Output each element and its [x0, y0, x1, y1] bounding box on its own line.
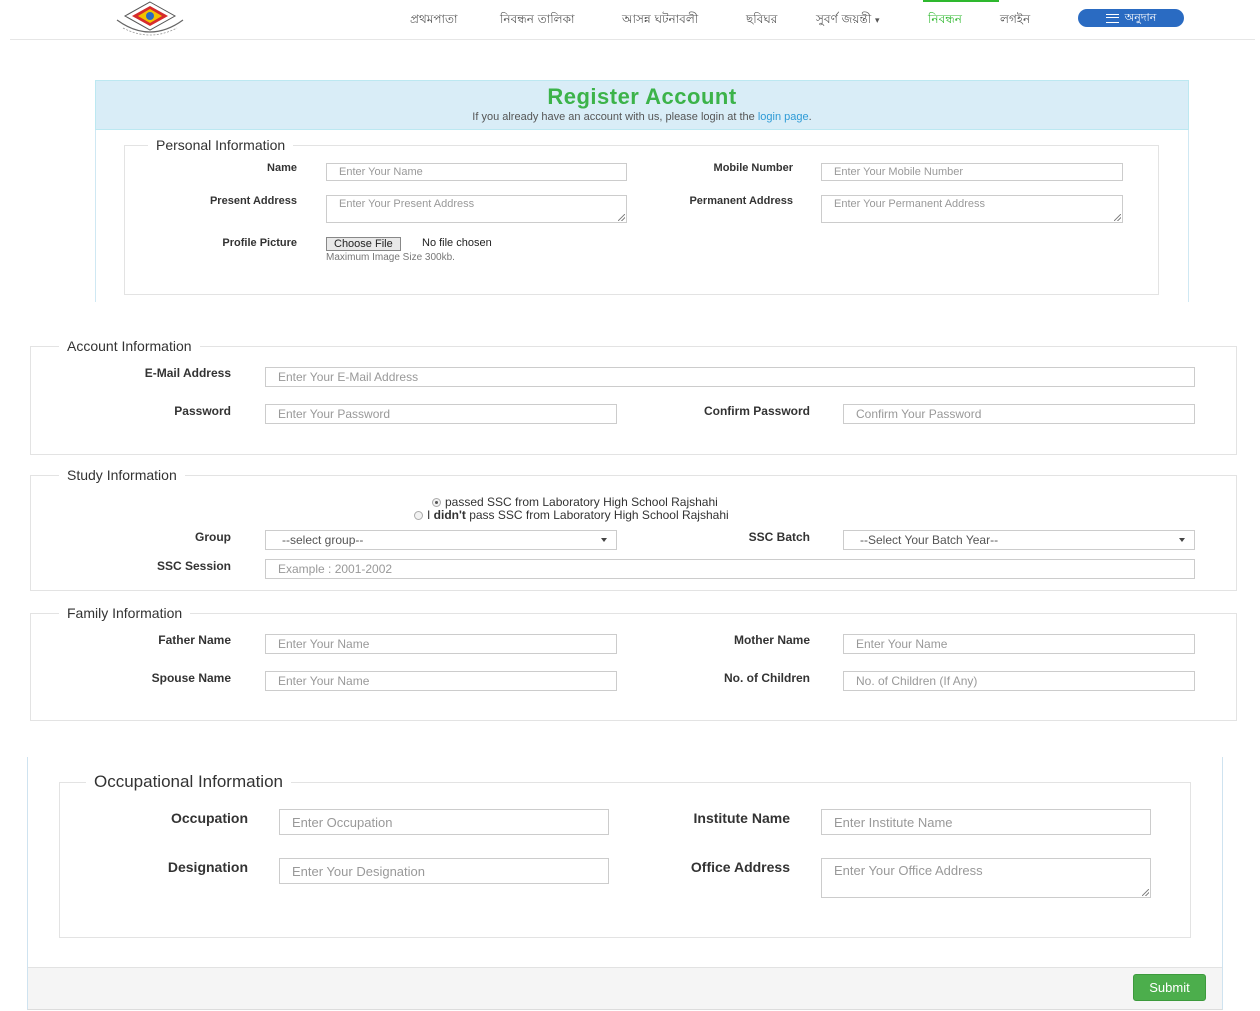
- permanent-address-textarea[interactable]: Enter Your Permanent Address: [821, 195, 1123, 223]
- radio-option-not-passed[interactable]: I didn't pass SSC from Laboratory High S…: [414, 508, 729, 522]
- nav-item-login[interactable]: লগইন: [1000, 11, 1030, 31]
- radio-not-prefix: I: [427, 508, 434, 522]
- account-info-legend: Account Information: [59, 338, 200, 354]
- present-address-placeholder: Enter Your Present Address: [339, 198, 475, 210]
- login-hint-suffix: .: [808, 111, 812, 123]
- resize-handle-icon[interactable]: [618, 214, 625, 221]
- register-header: Register Account If you already have an …: [95, 80, 1189, 130]
- password-input[interactable]: Enter Your Password: [265, 404, 617, 424]
- nav-item-golden-jubilee[interactable]: সুবর্ণ জয়ন্তী ▾: [816, 11, 880, 31]
- radio-unchecked-icon[interactable]: [414, 510, 423, 520]
- chevron-down-icon: ▾: [875, 16, 880, 26]
- login-hint-text: If you already have an account with us, …: [472, 111, 758, 123]
- login-hint: If you already have an account with us, …: [96, 111, 1188, 123]
- radio-option-passed[interactable]: passed SSC from Laboratory High School R…: [432, 495, 718, 509]
- radio-option-passed-label: passed SSC from Laboratory High School R…: [445, 495, 718, 509]
- nav-item-registration[interactable]: নিবন্ধন: [928, 11, 962, 31]
- designation-label: Designation: [167, 859, 248, 875]
- group-select-value: --select group--: [282, 533, 364, 547]
- nav-item-gallery[interactable]: ছবিঘর: [746, 11, 777, 31]
- office-address-textarea[interactable]: Enter Your Office Address: [821, 858, 1151, 898]
- nav-item-registration-list[interactable]: নিবন্ধন তালিকা: [500, 11, 575, 31]
- office-address-label: Office Address: [690, 859, 790, 875]
- confirm-password-label: Confirm Password: [703, 404, 810, 418]
- file-status-text: No file chosen: [422, 237, 492, 249]
- radio-not-suffix: pass SSC from Laboratory High School Raj…: [465, 508, 729, 522]
- file-size-hint: Maximum Image Size 300kb.: [326, 252, 455, 263]
- resize-handle-icon[interactable]: [1114, 214, 1121, 221]
- account-info-fieldset: [30, 346, 1237, 455]
- mother-name-input[interactable]: Enter Your Name: [843, 634, 1195, 654]
- email-input[interactable]: Enter Your E-Mail Address: [265, 367, 1195, 387]
- chevron-down-icon: [601, 538, 607, 542]
- donate-button[interactable]: অনুদান: [1078, 9, 1184, 27]
- spouse-name-input[interactable]: Enter Your Name: [265, 671, 617, 691]
- ssc-batch-label: SSC Batch: [748, 530, 810, 544]
- group-select[interactable]: --select group--: [265, 530, 617, 550]
- password-label: Password: [174, 404, 231, 418]
- permanent-address-label: Permanent Address: [689, 195, 793, 207]
- father-name-label: Father Name: [158, 633, 231, 647]
- money-icon: [1105, 13, 1119, 23]
- radio-checked-icon[interactable]: [432, 497, 441, 507]
- email-label: E-Mail Address: [144, 366, 231, 380]
- ssc-session-label: SSC Session: [156, 559, 231, 573]
- mobile-number-input[interactable]: Enter Your Mobile Number: [821, 163, 1123, 181]
- family-info-legend: Family Information: [59, 605, 191, 621]
- registration-page: প্রথমপাতা নিবন্ধন তালিকা আসন্ন ঘটনাবলী ছ…: [0, 0, 1260, 1011]
- form-footer: [28, 967, 1222, 1009]
- page-title: Register Account: [547, 84, 737, 109]
- ssc-batch-select-value: --Select Your Batch Year--: [860, 533, 999, 547]
- occupation-label: Occupation: [170, 810, 248, 826]
- office-address-placeholder: Enter Your Office Address: [834, 863, 983, 878]
- confirm-password-input[interactable]: Confirm Your Password: [843, 404, 1195, 424]
- children-count-label: No. of Children: [724, 671, 810, 685]
- active-nav-indicator: [923, 0, 999, 2]
- name-input[interactable]: Enter Your Name: [326, 163, 627, 181]
- mobile-number-label: Mobile Number: [713, 162, 793, 174]
- family-info-fieldset: [30, 613, 1237, 721]
- donate-button-label: অনুদান: [1124, 10, 1157, 24]
- nav-item-home[interactable]: প্রথমপাতা: [410, 11, 458, 31]
- submit-button[interactable]: Submit: [1133, 974, 1206, 1001]
- present-address-label: Present Address: [209, 195, 297, 207]
- designation-input[interactable]: Enter Your Designation: [279, 858, 609, 884]
- name-label: Name: [267, 162, 297, 174]
- ssc-batch-select[interactable]: --Select Your Batch Year--: [843, 530, 1195, 550]
- resize-handle-icon[interactable]: [1142, 889, 1149, 896]
- radio-not-bold: didn't: [433, 508, 466, 522]
- chevron-down-icon: [1179, 538, 1185, 542]
- nav-item-upcoming-events[interactable]: আসন্ন ঘটনাবলী: [622, 11, 698, 31]
- profile-picture-label: Profile Picture: [222, 237, 297, 249]
- occupation-input[interactable]: Enter Occupation: [279, 809, 609, 835]
- radio-option-not-passed-label: I didn't pass SSC from Laboratory High S…: [427, 508, 729, 522]
- institute-name-label: Institute Name: [693, 810, 790, 826]
- personal-info-legend: Personal Information: [148, 137, 294, 153]
- permanent-address-placeholder: Enter Your Permanent Address: [834, 198, 986, 210]
- present-address-textarea[interactable]: Enter Your Present Address: [326, 195, 627, 223]
- nav-item-golden-jubilee-label: সুবর্ণ জয়ন্তী: [816, 12, 872, 26]
- group-label: Group: [195, 530, 231, 544]
- occupation-info-legend: Occupational Information: [86, 772, 291, 792]
- choose-file-button[interactable]: Choose File: [326, 237, 401, 251]
- login-page-link[interactable]: login page: [758, 111, 809, 123]
- institute-name-input[interactable]: Enter Institute Name: [821, 809, 1151, 835]
- father-name-input[interactable]: Enter Your Name: [265, 634, 617, 654]
- spouse-name-label: Spouse Name: [151, 671, 231, 685]
- mother-name-label: Mother Name: [733, 633, 810, 647]
- children-count-input[interactable]: No. of Children (If Any): [843, 671, 1195, 691]
- top-navbar: প্রথমপাতা নিবন্ধন তালিকা আসন্ন ঘটনাবলী ছ…: [10, 0, 1255, 40]
- study-info-legend: Study Information: [59, 467, 185, 483]
- ssc-session-input[interactable]: Example : 2001-2002: [265, 559, 1195, 579]
- site-logo[interactable]: [105, 0, 195, 40]
